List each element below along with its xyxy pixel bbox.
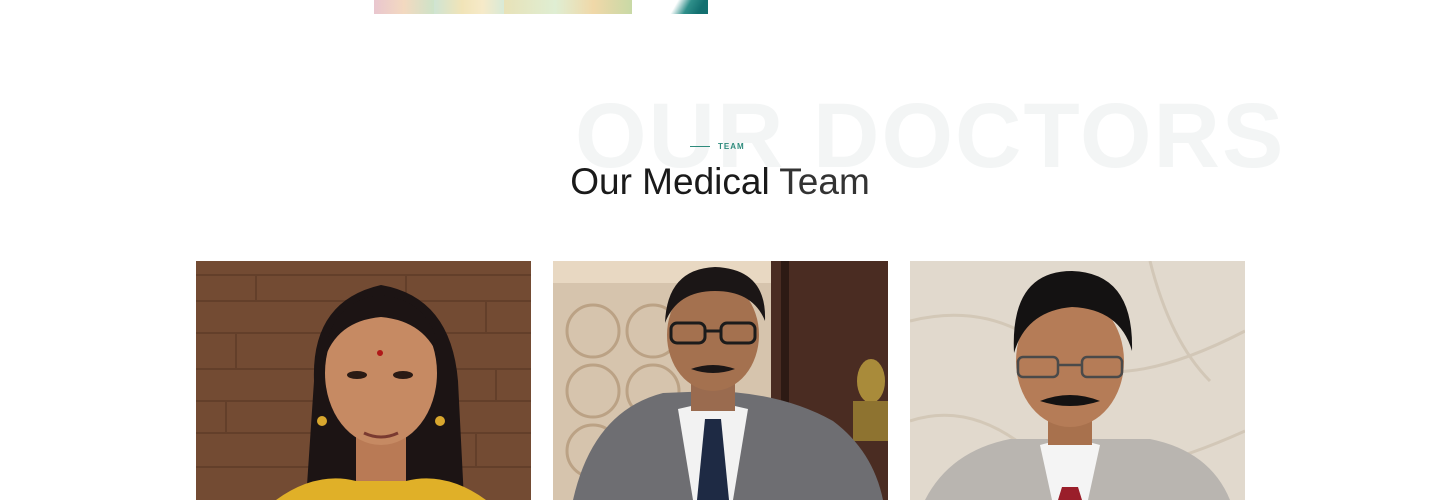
doctor-card[interactable] (196, 261, 531, 500)
page: OUR DOCTORS TEAM Our Medical Team (0, 0, 1440, 500)
eyebrow-label: TEAM (718, 142, 745, 151)
section-eyebrow: TEAM (690, 142, 745, 151)
doctor-photo (910, 261, 1245, 500)
section-title: Our Medical Team (0, 161, 1440, 203)
doctor-card[interactable] (910, 261, 1245, 500)
eyebrow-dash (690, 146, 710, 147)
section-title-light: Team (779, 161, 870, 202)
decorative-banner-image (374, 0, 708, 14)
section-title-strong: Our Medical (570, 161, 770, 202)
doctor-photo (553, 261, 888, 500)
doctor-card[interactable] (553, 261, 888, 500)
doctor-photo (196, 261, 531, 500)
